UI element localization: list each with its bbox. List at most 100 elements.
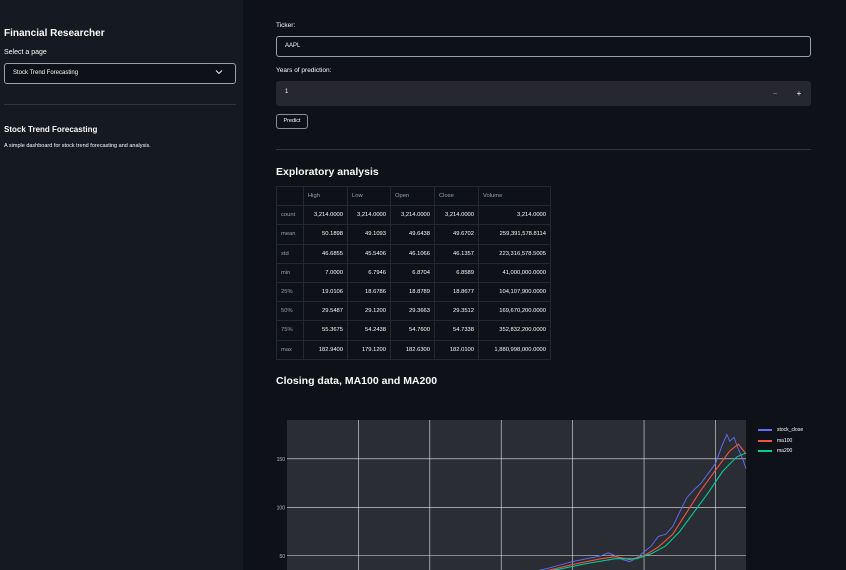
table-cell: 54.7338: [434, 320, 479, 341]
ticker-label: Ticker:: [276, 22, 296, 29]
chart-section-title: Closing data, MA100 and MA200: [276, 375, 438, 387]
table-row: 50% 29.5487 29.1200 29.3663 29.3512 169,670,2…: [276, 301, 551, 322]
table-cell: 3,214.0000: [390, 205, 435, 226]
table-cell: 182.6300: [390, 339, 435, 360]
legend-label: stock_close: [777, 427, 804, 433]
years-number-input[interactable]: 1 − +: [276, 81, 811, 106]
column-header: Close: [434, 185, 479, 207]
table-cell: 18.6786: [347, 281, 391, 303]
analysis-title: Exploratory analysis: [276, 166, 379, 178]
table-cell: 45.5406: [347, 243, 391, 264]
y-tick-label: 150: [277, 457, 286, 463]
table-row: 75% 55.3675 54.2438 54.7600 54.7338 352,832,2…: [276, 320, 551, 341]
table-cell: 169,670,200.0000: [478, 301, 551, 322]
table-row: max 182.9400 179.1200 182.6300 182.0100 1,880…: [276, 339, 551, 360]
table-cell: 46.6855: [303, 243, 348, 264]
table-cell: 18.8677: [434, 281, 479, 303]
row-header-cell: 75%: [276, 320, 304, 341]
increment-button[interactable]: +: [787, 81, 811, 106]
table-cell: 3,214.0000: [303, 205, 348, 226]
column-header: High: [303, 185, 348, 207]
table-cell: 6.8704: [390, 262, 435, 283]
table-cell: 50.1898: [303, 224, 348, 245]
table-cell: 55.3675: [303, 320, 348, 341]
legend-swatch: [758, 450, 772, 452]
sidebar-section-title: Stock Trend Forecasting: [4, 125, 98, 134]
table-row: mean 50.1898 49.1093 49.6438 49.6702 259,391,…: [276, 224, 551, 245]
page-select-label: Select a page: [4, 49, 47, 56]
row-header-cell: mean: [276, 224, 304, 245]
table-cell: 49.6702: [434, 224, 479, 245]
predict-button[interactable]: Predict: [276, 114, 308, 129]
page-select[interactable]: Stock Trend Forecasting: [4, 63, 236, 84]
table-cell: 104,107,900.0000: [478, 281, 551, 303]
table-cell: 1,880,998,000.0000: [478, 339, 551, 360]
legend-item[interactable]: ma200: [758, 448, 803, 459]
main-divider: [276, 149, 811, 150]
legend-label: ma100: [777, 437, 793, 444]
years-value: 1: [285, 89, 289, 95]
y-tick-label: 50: [279, 554, 285, 560]
table-cell: 41,000,000.0000: [478, 262, 551, 283]
table-cell: 3,214.0000: [347, 205, 391, 226]
table-cell: 29.5487: [303, 301, 348, 322]
closing-chart: 50 100 150: [276, 398, 816, 570]
page-select-value: Stock Trend Forecasting: [13, 70, 79, 76]
table-cell: 3,214.0000: [478, 205, 551, 226]
sidebar-description: A simple dashboard for stock trend forec…: [4, 143, 151, 149]
table-cell: 54.7600: [390, 320, 435, 341]
legend-item[interactable]: stock_close: [758, 427, 803, 438]
table-cell: 182.9400: [303, 339, 348, 360]
row-header-cell: std: [276, 243, 304, 264]
table-header-row: High Low Open Close Volume: [276, 185, 551, 207]
table-cell: 7.0000: [303, 262, 348, 283]
table-row: min 7.0000 6.7946 6.8704 6.8589 41,000,000.00…: [276, 262, 551, 283]
ticker-input[interactable]: AAPL: [276, 36, 811, 57]
column-header: [276, 185, 304, 207]
table-cell: 352,832,200.0000: [478, 320, 551, 341]
legend-label: ma200: [777, 448, 793, 454]
sidebar-divider: [4, 104, 236, 105]
table-cell: 46.1066: [390, 243, 435, 264]
column-header: Open: [390, 185, 435, 207]
table-row: 25% 19.0106 18.6786 18.8789 18.8677 104,107,9…: [276, 281, 551, 303]
table-cell: 19.0106: [303, 281, 348, 303]
legend-item[interactable]: ma100: [758, 438, 803, 449]
table-cell: 54.2438: [347, 320, 391, 341]
table-cell: 49.6438: [390, 224, 435, 245]
y-tick-label: 100: [277, 505, 286, 511]
table-cell: 179.1200: [347, 339, 391, 360]
table-cell: 182.0100: [434, 339, 479, 360]
row-header-cell: min: [276, 262, 304, 283]
table-cell: 46.1357: [434, 243, 479, 264]
row-header-cell: count: [276, 205, 304, 226]
table-row: count 3,214.0000 3,214.0000 3,214.0000 3,214…: [276, 205, 551, 226]
column-header: Volume: [478, 185, 551, 207]
table-row: std 46.6855 45.5406 46.1066 46.1357 223,316,5…: [276, 243, 551, 264]
stats-table: High Low Open Close Volume count 3,214.00…: [276, 185, 551, 360]
table-cell: 49.1093: [347, 224, 391, 245]
sidebar-title: Financial Researcher: [4, 28, 105, 39]
row-header-cell: 25%: [276, 281, 304, 303]
chart-legend: stock_close ma100 ma200: [758, 427, 803, 459]
table-cell: 18.8789: [390, 281, 435, 303]
table-cell: 3,214.0000: [434, 205, 479, 226]
table-cell: 6.7946: [347, 262, 391, 283]
sidebar: Financial Researcher Select a page Stock…: [0, 0, 243, 570]
row-header-cell: max: [276, 339, 304, 360]
legend-swatch: [758, 439, 772, 442]
closing-chart-svg: 50 100 150: [277, 420, 747, 570]
table-cell: 29.3512: [434, 301, 479, 322]
table-cell: 223,316,578.5005: [478, 243, 551, 264]
table-cell: 6.8589: [434, 262, 479, 283]
legend-swatch: [758, 429, 772, 431]
decrement-button[interactable]: −: [763, 81, 787, 106]
table-cell: 259,391,578.8114: [478, 224, 551, 245]
table-cell: 29.1200: [347, 301, 391, 322]
table-cell: 29.3663: [390, 301, 435, 322]
row-header-cell: 50%: [276, 301, 304, 322]
plot-area: [287, 420, 746, 570]
chevron-down-icon: [215, 69, 223, 77]
column-header: Low: [347, 185, 391, 207]
years-label: Years of prediction:: [276, 67, 332, 74]
